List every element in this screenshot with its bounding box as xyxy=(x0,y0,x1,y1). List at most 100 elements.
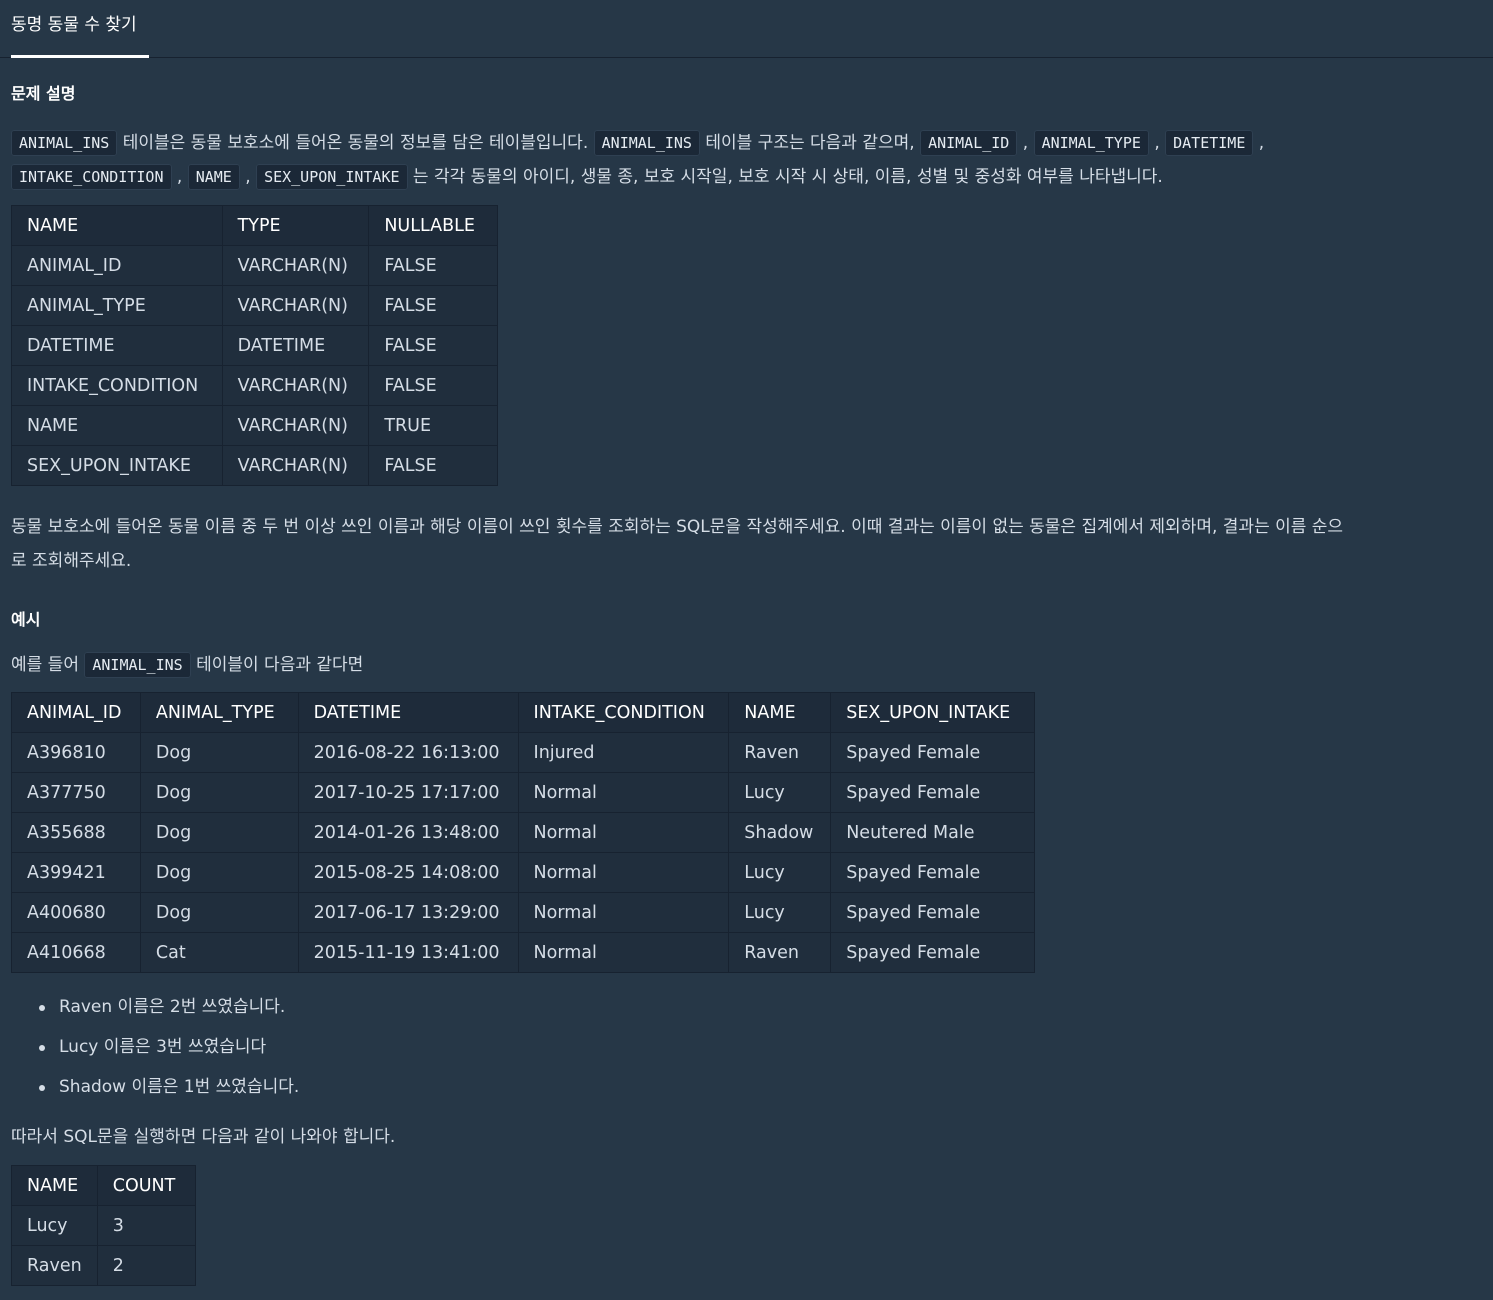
table-row: Lucy 3 xyxy=(11,1205,197,1246)
table-cell: FALSE xyxy=(368,245,498,286)
table-row: A400680 Dog 2017-06-17 13:29:00 Normal Lucy S… xyxy=(11,892,1035,933)
table-cell: 2015-08-25 14:08:00 xyxy=(297,852,519,893)
list-item: Raven 이름은 2번 쓰였습니다. xyxy=(11,987,299,1027)
table-row: Raven 2 xyxy=(11,1245,197,1286)
table-cell: FALSE xyxy=(368,365,498,406)
table-cell: A355688 xyxy=(11,812,141,853)
table-cell: ANIMAL_TYPE xyxy=(11,285,223,326)
table-row: ANIMAL_TYPE VARCHAR(N) FALSE xyxy=(11,285,498,326)
list-item: Lucy 이름은 3번 쓰였습니다 xyxy=(11,1027,299,1067)
comma: , xyxy=(176,167,183,187)
table-cell: DATETIME xyxy=(221,325,370,366)
table-cell: 2015-11-19 13:41:00 xyxy=(297,932,519,973)
table-cell: Shadow xyxy=(728,812,832,853)
table-cell: VARCHAR(N) xyxy=(221,445,370,486)
column-header: ANIMAL_TYPE xyxy=(139,692,299,733)
table-cell: Spayed Female xyxy=(830,852,1035,893)
table-cell: 2 xyxy=(96,1245,197,1286)
description-line-2: 로 조회해주세요. xyxy=(11,551,132,571)
table-row: DATETIME DATETIME FALSE xyxy=(11,325,498,366)
table-cell: Normal xyxy=(517,892,730,933)
list-item: Shadow 이름은 1번 쓰였습니다. xyxy=(11,1067,299,1107)
table-cell: Spayed Female xyxy=(830,732,1035,773)
table-cell: Injured xyxy=(517,732,730,773)
column-header: TYPE xyxy=(221,205,370,246)
column-header: ANIMAL_ID xyxy=(11,692,141,733)
table-row: NAME VARCHAR(N) TRUE xyxy=(11,405,498,446)
tab-problem-title[interactable]: 동명 동물 수 찾기 xyxy=(11,0,149,58)
table-cell: VARCHAR(N) xyxy=(221,285,370,326)
table-cell: Raven xyxy=(728,932,832,973)
table-cell: Lucy xyxy=(728,892,832,933)
intro-text-3: 는 각각 동물의 아이디, 생물 종, 보호 시작일, 보호 시작 시 상태, … xyxy=(407,167,1163,187)
problem-heading: 문제 설명 xyxy=(11,84,76,103)
table-row: A355688 Dog 2014-01-26 13:48:00 Normal Shado… xyxy=(11,812,1035,853)
table-cell: Normal xyxy=(517,772,730,813)
table-cell: ANIMAL_ID xyxy=(11,245,223,286)
table-row: ANIMAL_ID VARCHAR(N) FALSE xyxy=(11,245,498,286)
table-cell: Normal xyxy=(517,932,730,973)
table-cell: Lucy xyxy=(11,1205,98,1246)
example-table: ANIMAL_ID ANIMAL_TYPE DATETIME INTAKE_CO… xyxy=(11,692,1035,973)
intro-text-1: 테이블은 동물 보호소에 들어온 동물의 정보를 담은 테이블입니다. xyxy=(117,133,594,153)
column-header: NAME xyxy=(728,692,832,733)
code-animal-type: ANIMAL_TYPE xyxy=(1033,130,1149,156)
table-row: INTAKE_CONDITION VARCHAR(N) FALSE xyxy=(11,365,498,406)
table-cell: Dog xyxy=(139,812,299,853)
comma: , xyxy=(245,167,251,187)
tab-bar: 동명 동물 수 찾기 xyxy=(0,0,1493,58)
example-lead: 예를 들어 ANIMAL_INS 테이블이 다음과 같다면 xyxy=(11,650,1483,678)
table-cell: 2017-10-25 17:17:00 xyxy=(297,772,519,813)
table-cell: Dog xyxy=(139,892,299,933)
table-row: A396810 Dog 2016-08-22 16:13:00 Injured Rave… xyxy=(11,732,1035,773)
table-cell: 2017-06-17 13:29:00 xyxy=(297,892,519,933)
table-cell: Raven xyxy=(11,1245,98,1286)
intro-text-2: 테이블 구조는 다음과 같으며, xyxy=(699,133,921,153)
table-cell: DATETIME xyxy=(11,325,223,366)
column-header: INTAKE_CONDITION xyxy=(517,692,730,733)
table-cell: VARCHAR(N) xyxy=(221,245,370,286)
name-count-list: Raven 이름은 2번 쓰였습니다. Lucy 이름은 3번 쓰였습니다 Sh… xyxy=(11,987,299,1107)
code-datetime: DATETIME xyxy=(1165,130,1254,156)
description-line-1: 동물 보호소에 들어온 동물 이름 중 두 번 이상 쓰인 이름과 해당 이름이… xyxy=(11,517,1344,537)
code-intake-condition: INTAKE_CONDITION xyxy=(11,164,172,190)
table-row: A410668 Cat 2015-11-19 13:41:00 Normal Raven… xyxy=(11,932,1035,973)
code-animal-ins: ANIMAL_INS xyxy=(11,130,118,156)
column-header: COUNT xyxy=(96,1165,197,1206)
table-cell: Neutered Male xyxy=(830,812,1035,853)
table-cell: VARCHAR(N) xyxy=(221,365,370,406)
table-cell: A410668 xyxy=(11,932,141,973)
table-cell: A399421 xyxy=(11,852,141,893)
table-row: A399421 Dog 2015-08-25 14:08:00 Normal Lucy S… xyxy=(11,852,1035,893)
column-header: DATETIME xyxy=(297,692,519,733)
table-cell: 2016-08-22 16:13:00 xyxy=(297,732,519,773)
table-cell: Dog xyxy=(139,772,299,813)
column-header: NAME xyxy=(11,205,223,246)
intro-line-1: ANIMAL_INS 테이블은 동물 보호소에 들어온 동물의 정보를 담은 테… xyxy=(11,128,1483,156)
comma: , xyxy=(1154,133,1160,153)
result-lead: 따라서 SQL문을 실행하면 다음과 같이 나와야 합니다. xyxy=(11,1127,396,1147)
comma: , xyxy=(1258,133,1265,153)
table-header-row: NAME TYPE NULLABLE xyxy=(11,205,498,246)
code-name: NAME xyxy=(187,164,240,190)
table-cell: SEX_UPON_INTAKE xyxy=(11,445,223,486)
column-header: NAME xyxy=(11,1165,98,1206)
table-header-row: NAME COUNT xyxy=(11,1165,197,1206)
table-cell: A400680 xyxy=(11,892,141,933)
table-cell: FALSE xyxy=(368,325,498,366)
result-table: NAME COUNT Lucy 3 Raven 2 xyxy=(11,1165,197,1286)
table-cell: INTAKE_CONDITION xyxy=(11,365,223,406)
example-lead-pre: 예를 들어 xyxy=(11,655,85,675)
table-cell: Lucy xyxy=(728,772,832,813)
table-row: A377750 Dog 2017-10-25 17:17:00 Normal Lucy S… xyxy=(11,772,1035,813)
table-cell: Spayed Female xyxy=(830,892,1035,933)
example-lead-post: 테이블이 다음과 같다면 xyxy=(190,655,364,675)
table-cell: TRUE xyxy=(368,405,498,446)
table-header-row: ANIMAL_ID ANIMAL_TYPE DATETIME INTAKE_CO… xyxy=(11,692,1035,733)
table-cell: Lucy xyxy=(728,852,832,893)
intro-line-2: INTAKE_CONDITION , NAME , SEX_UPON_INTAK… xyxy=(11,162,1483,190)
table-cell: VARCHAR(N) xyxy=(221,405,370,446)
description: 동물 보호소에 들어온 동물 이름 중 두 번 이상 쓰인 이름과 해당 이름이… xyxy=(11,510,1483,578)
column-header: NULLABLE xyxy=(368,205,498,246)
table-cell: FALSE xyxy=(368,285,498,326)
